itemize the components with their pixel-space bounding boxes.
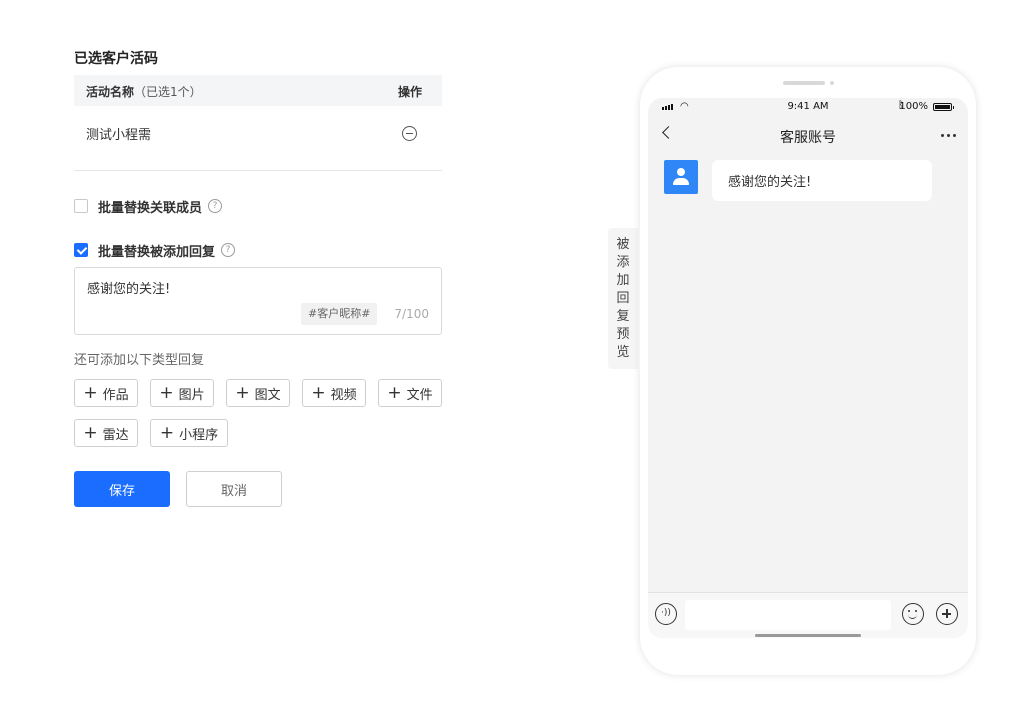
- replace-reply-checkbox[interactable]: [74, 243, 88, 257]
- voice-icon[interactable]: ·)): [655, 603, 677, 625]
- replace-members-option: 批量替换关联成员 ?: [74, 197, 223, 216]
- add-article-button[interactable]: + 图文: [226, 379, 290, 407]
- preview-tab-label: 被添加回复预览: [616, 237, 630, 360]
- plus-icon: +: [83, 382, 98, 403]
- remove-icon[interactable]: [402, 126, 417, 141]
- add-file-button[interactable]: + 文件: [378, 379, 442, 407]
- emoji-icon[interactable]: [902, 603, 924, 625]
- activity-name: 测试小程需: [86, 128, 152, 143]
- table-header: 活动名称（已选1个） 操作: [74, 75, 442, 106]
- battery-icon: [933, 103, 954, 111]
- replace-reply-option: 批量替换被添加回复 ?: [74, 241, 236, 260]
- plus-icon: +: [83, 422, 98, 443]
- camera: [830, 81, 834, 85]
- save-button[interactable]: 保存: [74, 471, 170, 507]
- reply-text: 感谢您的关注!: [87, 282, 171, 297]
- add-type-hint: 还可添加以下类型回复: [74, 353, 205, 368]
- plus-icon: +: [311, 382, 326, 403]
- column-name-label: 活动名称: [86, 85, 135, 99]
- add-image-button[interactable]: + 图片: [150, 379, 214, 407]
- chat-title: 客服账号: [780, 130, 836, 146]
- plus-icon: +: [235, 382, 250, 403]
- add-radar-button[interactable]: + 雷达: [74, 419, 138, 447]
- replace-reply-label: 批量替换被添加回复: [98, 244, 216, 260]
- char-count: 7/100: [394, 307, 429, 321]
- section-title: 已选客户活码: [74, 51, 158, 67]
- plus-icon: +: [159, 422, 175, 443]
- cancel-button[interactable]: 取消: [186, 471, 282, 507]
- column-action-label: 操作: [397, 85, 422, 99]
- plus-icon: +: [387, 382, 402, 403]
- phone-screen: ◠ 9:41 AM ᛒ 100% 客服账号 感谢您的关注! ·)): [648, 98, 968, 638]
- plus-circle-icon[interactable]: [936, 603, 958, 625]
- avatar: [664, 160, 698, 194]
- home-indicator: [755, 634, 861, 637]
- insert-nickname-button[interactable]: #客户昵称#: [301, 303, 378, 325]
- add-video-button[interactable]: + 视频: [302, 379, 366, 407]
- add-miniprogram-button[interactable]: + 小程序: [150, 419, 228, 447]
- message-bubble: 感谢您的关注!: [712, 160, 932, 201]
- chat-input[interactable]: [685, 600, 891, 630]
- table-row: 测试小程需: [74, 107, 442, 171]
- table-header-name: 活动名称（已选1个）: [86, 83, 202, 100]
- help-icon[interactable]: ?: [208, 199, 223, 213]
- replace-members-checkbox[interactable]: [74, 199, 88, 213]
- speaker: [783, 81, 825, 85]
- more-icon[interactable]: [941, 134, 956, 137]
- add-work-button[interactable]: + 作品: [74, 379, 138, 407]
- battery-percent: 100%: [899, 101, 928, 112]
- reply-textarea[interactable]: 感谢您的关注! #客户昵称# 7/100: [74, 267, 442, 335]
- selected-count: （已选1个）: [134, 85, 202, 99]
- help-icon[interactable]: ?: [221, 243, 236, 257]
- plus-icon: +: [159, 382, 174, 403]
- chat-input-bar: ·)): [648, 592, 968, 638]
- replace-members-label: 批量替换关联成员: [98, 200, 203, 216]
- preview-tab[interactable]: 被添加回复预览: [608, 228, 638, 369]
